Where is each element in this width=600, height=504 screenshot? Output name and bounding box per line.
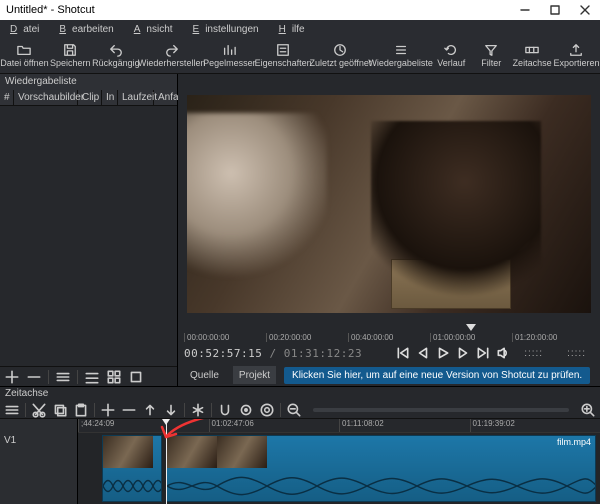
peakmeter-icon	[222, 43, 236, 57]
peakmeter-button[interactable]: Pegelmesser	[203, 38, 255, 73]
zoom-slider[interactable]	[313, 408, 569, 412]
snap-icon[interactable]	[217, 402, 233, 418]
ripple-icon[interactable]	[259, 402, 275, 418]
append-icon[interactable]	[100, 402, 116, 418]
history-button[interactable]: Verlauf	[431, 38, 471, 73]
menu-edit[interactable]: Bearbeiten	[53, 22, 125, 37]
prev-frame-icon[interactable]	[416, 346, 430, 360]
window-title: Untitled* - Shotcut	[6, 4, 510, 16]
timecode-display[interactable]: 00:52:57:15 / 01:31:12:23	[184, 347, 362, 360]
playlist-title: Wiedergabeliste	[0, 74, 177, 90]
redo-button[interactable]: Wiederherstellen	[140, 38, 203, 73]
playlist-button[interactable]: Wiedergabeliste	[370, 38, 431, 73]
playlist-header: # Vorschaubilder Clip In Laufzeit Anfan	[0, 90, 177, 106]
timeline-menu-icon[interactable]	[4, 402, 20, 418]
zoom-in-icon[interactable]	[580, 402, 596, 418]
update-banner[interactable]: Klicken Sie hier, um auf eine neue Versi…	[284, 367, 590, 384]
playlist-col-index[interactable]: #	[0, 90, 14, 105]
tab-source[interactable]: Quelle	[184, 366, 225, 384]
timeline-icon	[525, 43, 539, 57]
main-toolbar: Datei öffnen Speichern Rückgängig Wieder…	[0, 38, 600, 74]
folder-open-icon	[17, 43, 31, 57]
timeline-tools	[0, 401, 600, 419]
menu-file[interactable]: Datei	[4, 22, 51, 37]
minimize-button[interactable]	[510, 0, 540, 20]
timeline-clip[interactable]: film.mp4	[166, 435, 596, 502]
menu-settings[interactable]: Einstellungen	[187, 22, 271, 37]
redo-icon	[165, 43, 179, 57]
timeline-title: Zeitachse	[0, 387, 600, 401]
playlist-view-details-icon[interactable]	[84, 369, 100, 385]
skip-end-icon[interactable]	[476, 346, 490, 360]
timeline-ruler[interactable]: ;44:24:09 01:02:47:06 01:11:08:02 01:19:…	[78, 419, 600, 433]
history-icon	[444, 43, 458, 57]
copy-icon[interactable]	[52, 402, 68, 418]
video-preview[interactable]	[187, 95, 591, 313]
preview-playhead-icon[interactable]	[466, 324, 476, 331]
save-button[interactable]: Speichern	[49, 38, 92, 73]
track-header: V1	[0, 419, 78, 504]
preview-pane: 00:00:00:00 00:20:00:00 00:40:00:00 01:0…	[178, 74, 600, 386]
timeline-playhead-icon[interactable]	[166, 419, 167, 504]
next-frame-icon[interactable]	[456, 346, 470, 360]
timeline-pane: Zeitachse V1	[0, 386, 600, 504]
remove-icon[interactable]	[121, 402, 137, 418]
tab-project[interactable]: Projekt	[233, 366, 276, 384]
zoom-in-dots-icon[interactable]: :::::	[567, 348, 586, 359]
recent-button[interactable]: Zuletzt geöffnet	[311, 38, 370, 73]
playlist-remove-icon[interactable]	[26, 369, 42, 385]
split-icon[interactable]	[190, 402, 206, 418]
scrub-icon[interactable]	[238, 402, 254, 418]
zoom-out-dots-icon[interactable]: :::::	[524, 348, 543, 359]
playlist-col-in[interactable]: In	[102, 90, 118, 105]
zoom-out-icon[interactable]	[286, 402, 302, 418]
clock-icon	[333, 43, 347, 57]
export-button[interactable]: Exportieren	[553, 38, 600, 73]
playlist-col-thumb[interactable]: Vorschaubilder	[14, 90, 78, 105]
volume-icon[interactable]	[496, 346, 510, 360]
track-name[interactable]: V1	[4, 435, 73, 452]
save-icon	[63, 43, 77, 57]
source-project-row: Quelle Projekt Klicken Sie hier, um auf …	[178, 364, 600, 386]
undo-button[interactable]: Rückgängig	[92, 38, 140, 73]
skip-start-icon[interactable]	[396, 346, 410, 360]
cut-icon[interactable]	[31, 402, 47, 418]
video-track[interactable]: film.mp4	[78, 433, 600, 504]
clip-label: film.mp4	[557, 437, 591, 447]
window-titlebar: Untitled* - Shotcut	[0, 0, 600, 20]
menu-bar: Datei Bearbeiten Ansicht Einstellungen H…	[0, 20, 600, 38]
paste-icon[interactable]	[73, 402, 89, 418]
playlist-pane: Wiedergabeliste # Vorschaubilder Clip In…	[0, 74, 178, 386]
playlist-col-duration[interactable]: Laufzeit	[118, 90, 154, 105]
playlist-view-tiles-icon[interactable]	[106, 369, 122, 385]
filter-button[interactable]: Filter	[471, 38, 511, 73]
play-icon[interactable]	[436, 346, 450, 360]
preview-ruler[interactable]: 00:00:00:00 00:20:00:00 00:40:00:00 01:0…	[178, 324, 600, 342]
filter-icon	[484, 43, 498, 57]
playlist-add-icon[interactable]	[4, 369, 20, 385]
open-file-button[interactable]: Datei öffnen	[0, 38, 49, 73]
playlist-menu-icon[interactable]	[55, 369, 71, 385]
close-button[interactable]	[570, 0, 600, 20]
playlist-tools	[0, 366, 177, 386]
playlist-col-clip[interactable]: Clip	[78, 90, 102, 105]
properties-button[interactable]: Eigenschaften	[255, 38, 310, 73]
menu-help[interactable]: Hilfe	[273, 22, 317, 37]
playlist-body[interactable]	[0, 106, 177, 366]
lift-icon[interactable]	[142, 402, 158, 418]
maximize-button[interactable]	[540, 0, 570, 20]
properties-icon	[276, 43, 290, 57]
timeline-button[interactable]: Zeitachse	[511, 38, 553, 73]
timeline-canvas[interactable]: ;44:24:09 01:02:47:06 01:11:08:02 01:19:…	[78, 419, 600, 504]
list-icon	[394, 43, 408, 57]
menu-view[interactable]: Ansicht	[128, 22, 185, 37]
timeline-clip[interactable]	[102, 435, 162, 502]
transport-bar: 00:52:57:15 / 01:31:12:23 ::::: :::::	[178, 342, 600, 364]
playlist-view-icons-icon[interactable]	[128, 369, 144, 385]
overwrite-icon[interactable]	[163, 402, 179, 418]
undo-icon	[109, 43, 123, 57]
export-icon	[569, 43, 583, 57]
